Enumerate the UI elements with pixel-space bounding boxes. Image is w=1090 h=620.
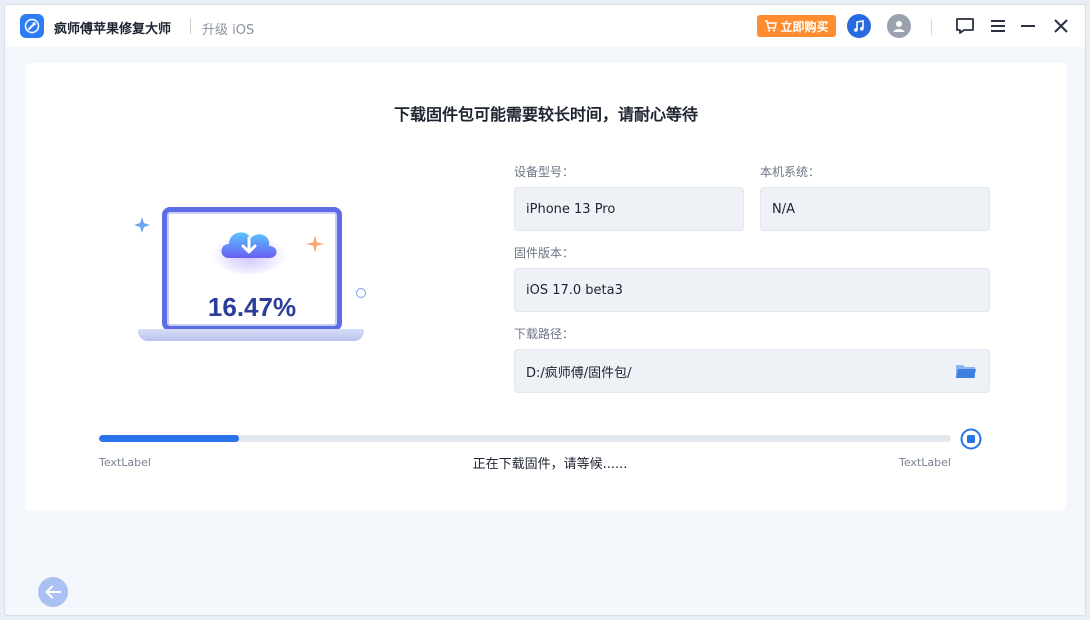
download-illustration: 16.47% [134,201,370,351]
close-icon[interactable] [1051,16,1071,36]
user-icon[interactable] [887,14,911,38]
buy-now-button[interactable]: 立即购买 [757,15,836,37]
download-path-field: D:/疯师傅/固件包/ [514,349,990,393]
arrow-left-icon [45,585,61,599]
text-label-right: TextLabel [899,456,951,469]
system-value: N/A [772,201,795,217]
device-model-value: iPhone 13 Pro [526,201,616,217]
sparkle-icon [306,235,324,253]
menu-icon[interactable] [988,16,1008,36]
firmware-value: iOS 17.0 beta3 [526,282,623,298]
mode-title: 升级 iOS [202,23,255,38]
cloud-download-icon [211,230,287,274]
download-path-value: D:/疯师傅/固件包/ [526,365,632,381]
app-window: 疯师傅苹果修复大师 升级 iOS 立即购买 下载固件包可能需要较长时间，请耐心等… [4,4,1086,616]
title-bar: 疯师傅苹果修复大师 升级 iOS 立即购买 [5,5,1085,47]
ring-icon [355,287,367,299]
cart-icon [765,20,778,32]
path-label: 下载路径： [514,327,575,341]
system-field: N/A [760,187,990,231]
stop-download-button[interactable] [960,428,982,450]
title-divider [190,18,191,34]
system-label: 本机系统： [760,165,821,179]
download-progress-fill [99,435,240,442]
device-model-field: iPhone 13 Pro [514,187,744,231]
wrench-logo-icon [20,14,44,38]
page-headline: 下载固件包可能需要较长时间，请耐心等待 [393,105,698,124]
feedback-icon[interactable] [954,16,976,36]
laptop-screen: 16.47% [162,207,342,331]
music-icon[interactable] [847,14,871,38]
main-card: 下载固件包可能需要较长时间，请耐心等待 16.47% 设备型号： iPhone … [26,63,1066,510]
progress-percent: 16.47% [207,292,297,322]
download-progress-bar [99,435,951,442]
laptop-base [138,329,364,341]
firmware-field: iOS 17.0 beta3 [514,268,990,312]
back-button[interactable] [38,577,68,607]
sparkle-icon [134,217,150,233]
minimize-icon[interactable] [1018,16,1038,36]
folder-icon[interactable] [955,362,977,380]
app-title: 疯师傅苹果修复大师 [54,22,172,37]
device-model-label: 设备型号： [514,165,575,179]
buy-now-label: 立即购买 [780,19,829,34]
toolbar-divider [931,19,932,35]
firmware-label: 固件版本： [514,246,575,260]
